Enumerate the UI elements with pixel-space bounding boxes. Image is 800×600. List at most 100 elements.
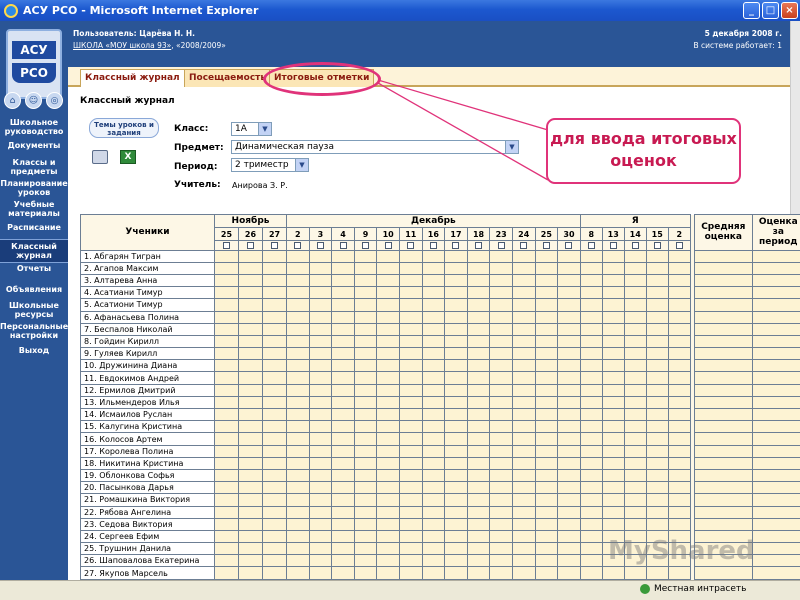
grade-cell[interactable] bbox=[623, 261, 647, 275]
grade-cell[interactable] bbox=[286, 371, 310, 385]
grade-cell[interactable] bbox=[421, 261, 446, 275]
grade-cell[interactable] bbox=[286, 322, 310, 336]
grade-cell[interactable] bbox=[376, 481, 400, 495]
grade-cell[interactable] bbox=[376, 371, 400, 385]
grade-cell[interactable] bbox=[331, 456, 355, 470]
grade-cell[interactable] bbox=[601, 310, 625, 324]
grade-cell[interactable] bbox=[331, 334, 355, 349]
grade-cell[interactable] bbox=[623, 481, 647, 495]
grade-cell[interactable] bbox=[238, 517, 263, 531]
period-select[interactable]: 2 триместр ▼ bbox=[231, 158, 309, 172]
grade-cell[interactable] bbox=[238, 286, 263, 300]
grade-cell[interactable] bbox=[238, 408, 263, 422]
grade-cell[interactable] bbox=[557, 249, 581, 263]
grade-cell[interactable] bbox=[331, 310, 355, 324]
grade-cell[interactable] bbox=[601, 347, 625, 361]
grade-cell[interactable] bbox=[489, 408, 513, 422]
grade-cell[interactable] bbox=[421, 298, 446, 312]
grade-cell[interactable] bbox=[466, 468, 491, 483]
final-grade-cell[interactable] bbox=[751, 542, 800, 556]
date-checkbox[interactable] bbox=[429, 241, 437, 249]
grade-cell[interactable] bbox=[511, 298, 536, 312]
grade-cell[interactable] bbox=[511, 286, 536, 300]
grade-cell[interactable] bbox=[238, 371, 263, 385]
grade-cell[interactable] bbox=[444, 554, 468, 568]
grade-cell[interactable] bbox=[238, 310, 263, 324]
grade-cell[interactable] bbox=[667, 481, 691, 495]
grade-cell[interactable] bbox=[376, 395, 400, 410]
grade-cell[interactable] bbox=[534, 408, 559, 422]
grade-cell[interactable] bbox=[645, 517, 669, 531]
grade-cell[interactable] bbox=[286, 359, 310, 373]
date-checkbox[interactable] bbox=[452, 241, 460, 249]
grade-cell[interactable] bbox=[534, 493, 559, 507]
grade-cell[interactable] bbox=[214, 493, 239, 507]
grade-cell[interactable] bbox=[534, 286, 559, 300]
grade-cell[interactable] bbox=[489, 359, 513, 373]
grade-cell[interactable] bbox=[579, 481, 603, 495]
grade-cell[interactable] bbox=[353, 395, 378, 410]
grade-cell[interactable] bbox=[489, 261, 513, 275]
grade-cell[interactable] bbox=[214, 566, 239, 580]
grade-cell[interactable] bbox=[466, 456, 491, 470]
final-grade-cell[interactable] bbox=[751, 347, 800, 361]
grade-cell[interactable] bbox=[331, 286, 355, 300]
grade-cell[interactable] bbox=[261, 310, 288, 324]
grade-cell[interactable] bbox=[579, 322, 603, 336]
grade-cell[interactable] bbox=[421, 420, 446, 434]
grade-cell[interactable] bbox=[261, 420, 288, 434]
grade-cell[interactable] bbox=[421, 383, 446, 397]
grade-cell[interactable] bbox=[376, 334, 400, 349]
grade-cell[interactable] bbox=[421, 347, 446, 361]
grade-cell[interactable] bbox=[398, 371, 423, 385]
grade-cell[interactable] bbox=[398, 261, 423, 275]
grade-cell[interactable] bbox=[421, 566, 446, 580]
grade-cell[interactable] bbox=[579, 432, 603, 446]
grade-cell[interactable] bbox=[286, 273, 310, 288]
grade-cell[interactable] bbox=[601, 359, 625, 373]
grade-cell[interactable] bbox=[214, 432, 239, 446]
grade-cell[interactable] bbox=[489, 529, 513, 544]
sidebar-item-exit[interactable]: Выход bbox=[0, 346, 68, 355]
grade-cell[interactable] bbox=[623, 408, 647, 422]
grade-cell[interactable] bbox=[557, 322, 581, 336]
grade-cell[interactable] bbox=[623, 505, 647, 519]
grade-cell[interactable] bbox=[667, 310, 691, 324]
grade-cell[interactable] bbox=[353, 481, 378, 495]
grade-cell[interactable] bbox=[421, 481, 446, 495]
date-header[interactable]: 2 bbox=[286, 227, 310, 241]
grade-cell[interactable] bbox=[444, 383, 468, 397]
grade-cell[interactable] bbox=[353, 322, 378, 336]
grade-cell[interactable] bbox=[238, 432, 263, 446]
grade-cell[interactable] bbox=[601, 395, 625, 410]
grade-cell[interactable] bbox=[238, 347, 263, 361]
grade-cell[interactable] bbox=[667, 468, 691, 483]
grade-cell[interactable] bbox=[261, 566, 288, 580]
grade-cell[interactable] bbox=[601, 420, 625, 434]
grade-cell[interactable] bbox=[466, 286, 491, 300]
grade-cell[interactable] bbox=[601, 249, 625, 263]
grade-cell[interactable] bbox=[623, 432, 647, 446]
date-checkbox[interactable] bbox=[520, 241, 528, 249]
grade-cell[interactable] bbox=[534, 322, 559, 336]
grade-cell[interactable] bbox=[238, 468, 263, 483]
grade-cell[interactable] bbox=[331, 542, 355, 556]
grade-cell[interactable] bbox=[286, 456, 310, 470]
final-grade-cell[interactable] bbox=[751, 298, 800, 312]
grade-cell[interactable] bbox=[645, 408, 669, 422]
grade-cell[interactable] bbox=[286, 566, 310, 580]
grade-cell[interactable] bbox=[261, 322, 288, 336]
grade-cell[interactable] bbox=[421, 249, 446, 263]
grade-cell[interactable] bbox=[444, 481, 468, 495]
grade-cell[interactable] bbox=[308, 322, 333, 336]
grade-cell[interactable] bbox=[331, 273, 355, 288]
date-checkbox[interactable] bbox=[407, 241, 415, 249]
grade-cell[interactable] bbox=[238, 322, 263, 336]
grade-cell[interactable] bbox=[331, 566, 355, 580]
grade-cell[interactable] bbox=[557, 420, 581, 434]
grade-cell[interactable] bbox=[286, 493, 310, 507]
grade-cell[interactable] bbox=[623, 286, 647, 300]
grade-cell[interactable] bbox=[308, 371, 333, 385]
grade-cell[interactable] bbox=[489, 420, 513, 434]
grade-cell[interactable] bbox=[444, 493, 468, 507]
